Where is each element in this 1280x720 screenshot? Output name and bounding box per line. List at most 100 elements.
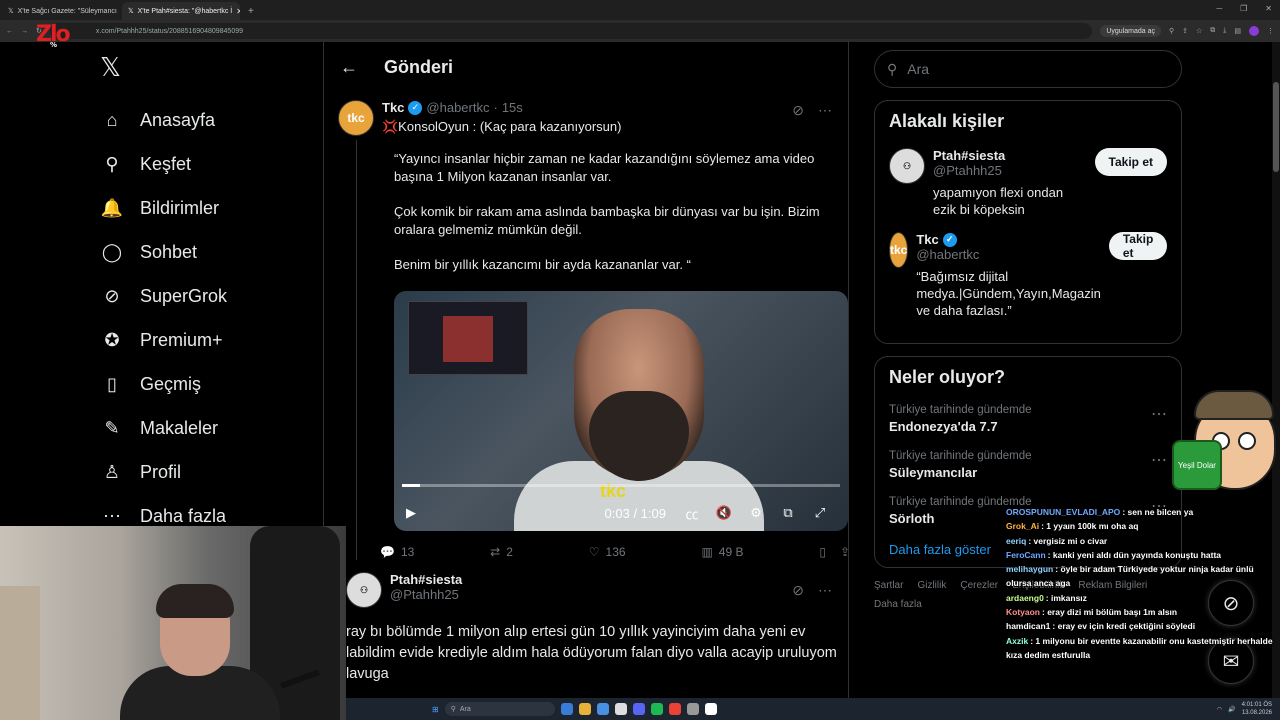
cartoon-sticker: Yeşil Dolar [1172, 388, 1280, 508]
avatar[interactable]: tkc [889, 232, 909, 268]
extensions-icon[interactable]: ⧉ [1210, 27, 1215, 35]
timestamp[interactable]: 15s [502, 100, 523, 115]
person-item[interactable]: ⚇ Ptah#siesta @Ptahhh25 yapamıyon flexi … [889, 148, 1167, 218]
app-icon[interactable] [578, 703, 591, 715]
mute-icon[interactable]: 🔇 [708, 505, 740, 521]
chat-text: 1 milyonu bir eventte kazanabilir onu ka… [1035, 635, 1273, 646]
author-name[interactable]: Ptah#siesta [390, 572, 462, 587]
play-icon[interactable]: ▶ [406, 505, 416, 521]
sidebar-item-premium-[interactable]: ✪ Premium+ [100, 318, 320, 362]
minimize-icon[interactable]: ─ [1216, 4, 1222, 13]
chat-username: melihaygun [1006, 564, 1054, 575]
taskbar-search[interactable]: ⚲ Ara [444, 702, 555, 716]
bookmark-icon[interactable]: ▯ [819, 545, 826, 559]
sidebar-item-supergrok[interactable]: ⊘ SuperGrok [100, 274, 320, 318]
windows-start-icon[interactable]: ⊞ [432, 705, 439, 714]
zoom-icon[interactable]: ⚲ [1169, 27, 1174, 35]
grok-icon[interactable]: ⊘ [792, 102, 804, 119]
video-progress-bar[interactable] [402, 484, 840, 487]
sidebar-item-label: Geçmiş [140, 373, 202, 394]
page-header: ← Gönderi [324, 42, 848, 92]
more-options-icon[interactable]: ⋯ [1151, 404, 1167, 434]
video-player[interactable]: tkc ▶ 0:03 / 1:09 ㏄ 🔇 ⚙ ⧉ ⤢ [394, 291, 848, 531]
follow-button[interactable]: Takip et [1108, 232, 1168, 260]
sidebar-item-ke-fet[interactable]: ⚲ Keşfet [100, 142, 320, 186]
download-icon[interactable]: ⤓ [1223, 27, 1226, 35]
back-nav-icon[interactable]: ← [6, 28, 13, 35]
like-button[interactable]: ♡ 136 [589, 545, 626, 559]
sidebar-item-makaleler[interactable]: ✎ Makaleler [100, 406, 320, 450]
close-tab-icon[interactable]: ✕ [236, 7, 240, 16]
app-icon[interactable] [560, 703, 573, 715]
menu-icon[interactable]: ⋮ [1267, 27, 1274, 35]
grok-icon[interactable]: ⊘ [792, 582, 804, 599]
wifi-icon[interactable]: ◠ [1217, 706, 1222, 713]
app-icon[interactable] [686, 703, 699, 715]
avatar[interactable]: ⚇ [346, 572, 382, 608]
footer-link[interactable]: Şartlar [874, 580, 903, 591]
sidebar-item-sohbet[interactable]: ◯ Sohbet [100, 230, 320, 274]
x-app-icon[interactable] [704, 703, 717, 715]
profile-icon[interactable] [1249, 26, 1259, 36]
repost-icon: ⇄ [490, 545, 501, 559]
volume-icon[interactable]: 🔊 [1228, 706, 1235, 713]
person-item[interactable]: tkc Tkc ✓ @habertkc “Bağımsız dijital med… [889, 232, 1168, 319]
new-tab-button[interactable]: + [248, 6, 254, 17]
x-logo-icon[interactable]: 𝕏 [100, 52, 320, 84]
footer-link[interactable]: Daha fazla [874, 599, 922, 610]
share-icon[interactable]: ⇪ [1182, 27, 1188, 35]
tweet[interactable]: ⊘ ⋯ tkc Tkc ✓ @habertkc · 15s 💢KonsolOyu… [324, 92, 848, 563]
settings-icon[interactable]: ⚙ [740, 505, 772, 521]
app-icon[interactable] [668, 703, 681, 715]
browser-tab-bar: 𝕏 X'te Sağcı Gazete: "Süleymancı ✕ 𝕏 X't… [0, 0, 1280, 20]
app-icon[interactable] [596, 703, 609, 715]
tabs-icon[interactable]: ▤ [1234, 27, 1241, 35]
chat-text: vergisiz mi o civar [1033, 535, 1108, 546]
sidebar-item-label: Sohbet [140, 241, 198, 262]
search-icon: ⚲ [887, 60, 898, 77]
share-icon[interactable]: ⇪ [840, 545, 848, 559]
sidebar-item-anasayfa[interactable]: ⌂ Anasayfa [100, 98, 320, 142]
browser-tab-2[interactable]: 𝕏 X'te Ptah#siesta: "@habertkc İ ✕ [122, 2, 240, 20]
chat-username: Axzik [1006, 635, 1029, 646]
sidebar-item-ge-mi-[interactable]: ▯ Geçmiş [100, 362, 320, 406]
author-handle[interactable]: @Ptahhh25 [390, 587, 459, 602]
author-handle[interactable]: @habertkc [426, 100, 489, 115]
views-button[interactable]: ▥ 49 B [701, 545, 743, 559]
avatar[interactable]: ⚇ [889, 148, 925, 184]
follow-button[interactable]: Takip et [1094, 148, 1167, 176]
footer-link[interactable]: Çerezler [960, 580, 998, 591]
star-icon[interactable]: ☆ [1196, 27, 1202, 35]
browser-tab-1[interactable]: 𝕏 X'te Sağcı Gazete: "Süleymancı ✕ [2, 2, 120, 20]
monitor-in-video [408, 301, 528, 375]
captions-icon[interactable]: ㏄ [676, 504, 708, 523]
app-icon[interactable] [632, 703, 645, 715]
heart-icon: ♡ [588, 545, 600, 559]
app-icon[interactable] [614, 703, 627, 715]
restore-icon[interactable]: ❐ [1240, 4, 1247, 13]
trend-item[interactable]: Türkiye tarihinde gündemde Endonezya'da 7… [889, 404, 1167, 434]
avatar[interactable]: tkc [338, 100, 374, 136]
more-options-icon[interactable]: ⋯ [1151, 450, 1167, 480]
premium-icon: ✪ [104, 329, 120, 350]
spotify-icon[interactable] [650, 703, 663, 715]
close-window-icon[interactable]: ✕ [1265, 4, 1272, 13]
sidebar-item-bildirimler[interactable]: 🔔 Bildirimler [100, 186, 320, 230]
sidebar-item-profil[interactable]: ♙ Profil [100, 450, 320, 494]
pip-icon[interactable]: ⧉ [772, 505, 804, 521]
author-name[interactable]: Tkc [382, 100, 404, 115]
reply-tweet[interactable]: ⊘ ⋯ ⚇ Ptah#siesta @Ptahhh25 ray bı bölüm… [324, 572, 848, 685]
back-arrow-icon[interactable]: ← [340, 57, 358, 78]
clock-date: 13.08.2026 [1241, 710, 1272, 716]
url-field[interactable]: x.com/Ptahhh25/status/208851690480984509… [49, 23, 1093, 39]
trend-item[interactable]: Türkiye tarihinde gündemde Süleymancılar ⋯ [889, 450, 1167, 480]
more-options-icon[interactable]: ⋯ [818, 582, 832, 599]
fullscreen-icon[interactable]: ⤢ [804, 505, 836, 521]
forward-nav-icon[interactable]: → [21, 28, 28, 35]
more-options-icon[interactable]: ⋯ [818, 102, 832, 119]
repost-button[interactable]: ⇄ 2 [490, 545, 513, 559]
search-input[interactable]: ⚲ Ara [874, 50, 1182, 88]
reply-button[interactable]: 💬 13 [380, 545, 414, 559]
footer-link[interactable]: Gizlilik [917, 580, 946, 591]
open-in-app-button[interactable]: Uygulamada aç [1100, 25, 1161, 37]
